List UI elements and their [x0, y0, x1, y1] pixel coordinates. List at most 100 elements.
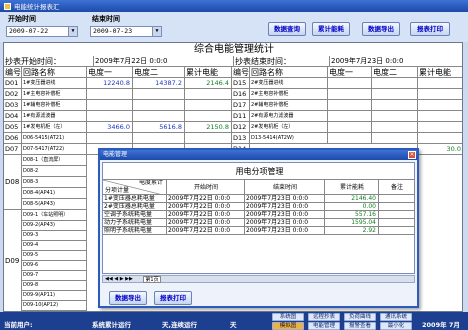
chevron-down-icon[interactable]: ▼	[68, 27, 77, 36]
diag-top-label: 电度累计	[138, 179, 163, 186]
dialog-export-button[interactable]: 数据导出	[109, 291, 147, 305]
row-value-1	[328, 89, 372, 100]
col-header: 结束时间	[245, 179, 325, 195]
subitem-sheet: 用电分项管理 电度累计 分项计量 开始时间 结束时间 累计能耗 备注 1#变压器…	[102, 162, 415, 274]
current-user-label: 当前用户:	[4, 321, 33, 329]
start-date-picker[interactable]: 2009-07-22 ▼	[6, 26, 78, 37]
alarm-view-button[interactable]: 报警查看	[344, 322, 376, 330]
end-time-cell: 2009年7月23日 0:0:0	[245, 195, 325, 203]
sub-circuit-name: D08-3	[22, 177, 87, 188]
row-total	[418, 100, 462, 111]
subitem-name: 1#变压器总耗电量	[103, 195, 167, 203]
row-id: D01	[4, 78, 22, 89]
row-value-1: 12240.8	[87, 78, 133, 89]
table-row: D01 1#变压器进线 12240.8 14387.2 2146.4	[4, 78, 232, 89]
report-period-row: 抄表开始时间： 2009年7月22日 0:0:0 抄表结束时间： 2009年7月…	[4, 56, 462, 67]
start-time-cell: 2009年7月22日 0:0:0	[167, 195, 245, 203]
close-icon[interactable]: ×	[408, 151, 416, 159]
days-label: 天	[230, 321, 237, 329]
energy-management-button[interactable]: 电能管理	[308, 322, 340, 330]
remark-cell	[379, 203, 415, 211]
end-time-label: 结束时间	[92, 15, 120, 23]
window-titlebar: 电能统计报表汇	[0, 0, 468, 12]
minimize-button[interactable]: 最小化	[380, 322, 412, 330]
row-name: 1#辅电容补偿柜	[22, 100, 87, 111]
row-total	[418, 89, 462, 100]
col-header: 备注	[379, 179, 415, 195]
table-row: D05 1#发电机柜（左） 3466.0 5616.8 2150.8	[4, 122, 232, 133]
export-data-button[interactable]: 数据导出	[362, 22, 400, 36]
start-time-label: 开始时间	[8, 15, 36, 23]
row-id: D09	[4, 210, 22, 311]
table-row: D06 D06-5415(AT21)	[4, 133, 232, 144]
row-id: D13	[232, 133, 250, 144]
row-name: 2#变压器进线	[250, 78, 328, 89]
window-title: 电能统计报表汇	[14, 3, 60, 11]
row-name: 2#发电机柜（左）	[250, 122, 328, 133]
row-total	[185, 100, 232, 111]
energy-cell: 557.16	[325, 211, 379, 219]
row-value-1	[87, 111, 133, 122]
energy-management-dialog[interactable]: 电能管理 × 用电分项管理 电度累计 分项计量 开始时间 结束时间 累计能耗 备…	[98, 148, 419, 308]
load-curve-button[interactable]: 负荷曲线	[344, 313, 376, 321]
row-value-2	[133, 111, 185, 122]
query-data-button[interactable]: 数据查询	[268, 22, 306, 36]
table-row: D15 2#变压器进线	[232, 78, 462, 89]
row-value-1: 3466.0	[87, 122, 133, 133]
end-time-cell: 2009年7月23日 0:0:0	[245, 203, 325, 211]
query-toolbar: 开始时间 结束时间 2009-07-22 ▼ 2009-07-23 ▼ 数据查询…	[0, 12, 468, 42]
dialog-titlebar[interactable]: 电能管理 ×	[100, 150, 417, 160]
subitem-name: 动力子系统耗电量	[103, 219, 167, 227]
start-caption: 抄表开始时间：	[4, 56, 94, 67]
row-name: D07-5417(AT22)	[22, 144, 87, 155]
row-value-1	[328, 78, 372, 89]
row-id: D03	[4, 100, 22, 111]
row-total	[418, 122, 462, 133]
row-id: D07	[4, 144, 22, 155]
row-value-2	[372, 122, 418, 133]
dialog-print-button[interactable]: 报表打印	[154, 291, 192, 305]
comm-system-button[interactable]: 通讯系统	[380, 313, 412, 321]
row-name: 1#有源滤波器	[22, 111, 87, 122]
col-header: 开始时间	[167, 179, 245, 195]
end-date-picker[interactable]: 2009-07-23 ▼	[90, 26, 162, 37]
row-value-2: 14387.2	[133, 78, 185, 89]
table-row: D16 2#主电容补偿柜	[232, 89, 462, 100]
row-name: 2#主电容补偿柜	[250, 89, 328, 100]
sheet-nav-arrows-icon[interactable]: ◀◀ ◀ ▶ ▶▶	[105, 276, 133, 282]
cumulative-energy-button[interactable]: 累计能耗	[312, 22, 350, 36]
col-header: 电度一	[87, 67, 133, 78]
system-diagram-button[interactable]: 系统图	[272, 313, 304, 321]
col-header: 累计电能	[185, 67, 232, 78]
sheet-tab-page-1[interactable]: 第1页	[143, 276, 161, 283]
uptime-label: 系统累计运行	[92, 321, 131, 329]
start-date-value: 2009-07-22	[9, 27, 49, 35]
print-report-button[interactable]: 报表打印	[410, 22, 450, 36]
simulation-view-button[interactable]: 模拟图	[272, 322, 304, 330]
row-value-2	[133, 89, 185, 100]
start-time-cell: 2009年7月22日 0:0:0	[167, 219, 245, 227]
row-total	[185, 133, 232, 144]
end-value: 2009年7月23日 0:0:0	[330, 56, 462, 67]
sheet-title: 用电分项管理	[235, 167, 284, 176]
row-value-2	[372, 111, 418, 122]
row-total: 30.0	[418, 144, 462, 155]
subitem-name: 照明子系统耗电量	[103, 227, 167, 235]
col-header: 回路名称	[22, 67, 87, 78]
energy-cell: 0.00	[325, 203, 379, 211]
remote-meter-button[interactable]: 远程抄表	[308, 313, 340, 321]
subitem-name: 空调子系统耗电量	[103, 211, 167, 219]
sub-circuit-name: D08-5(AP43)	[22, 199, 87, 210]
app-icon	[4, 2, 11, 10]
subitem-name: 2#变压器总耗电量	[103, 203, 167, 211]
end-date-value: 2009-07-23	[93, 27, 133, 35]
start-value: 2009年7月22日 0:0:0	[94, 56, 234, 67]
sheet-tab-bar: ◀◀ ◀ ▶ ▶▶ 第1页	[102, 275, 415, 283]
sub-circuit-name: D09-10(AP12)	[22, 300, 87, 311]
row-total	[185, 89, 232, 100]
col-header: 电度二	[133, 67, 185, 78]
table-row: D17 2#辅电容补偿柜	[232, 100, 462, 111]
chevron-down-icon[interactable]: ▼	[152, 27, 161, 36]
row-id: D06	[4, 133, 22, 144]
row-id: D11	[232, 111, 250, 122]
